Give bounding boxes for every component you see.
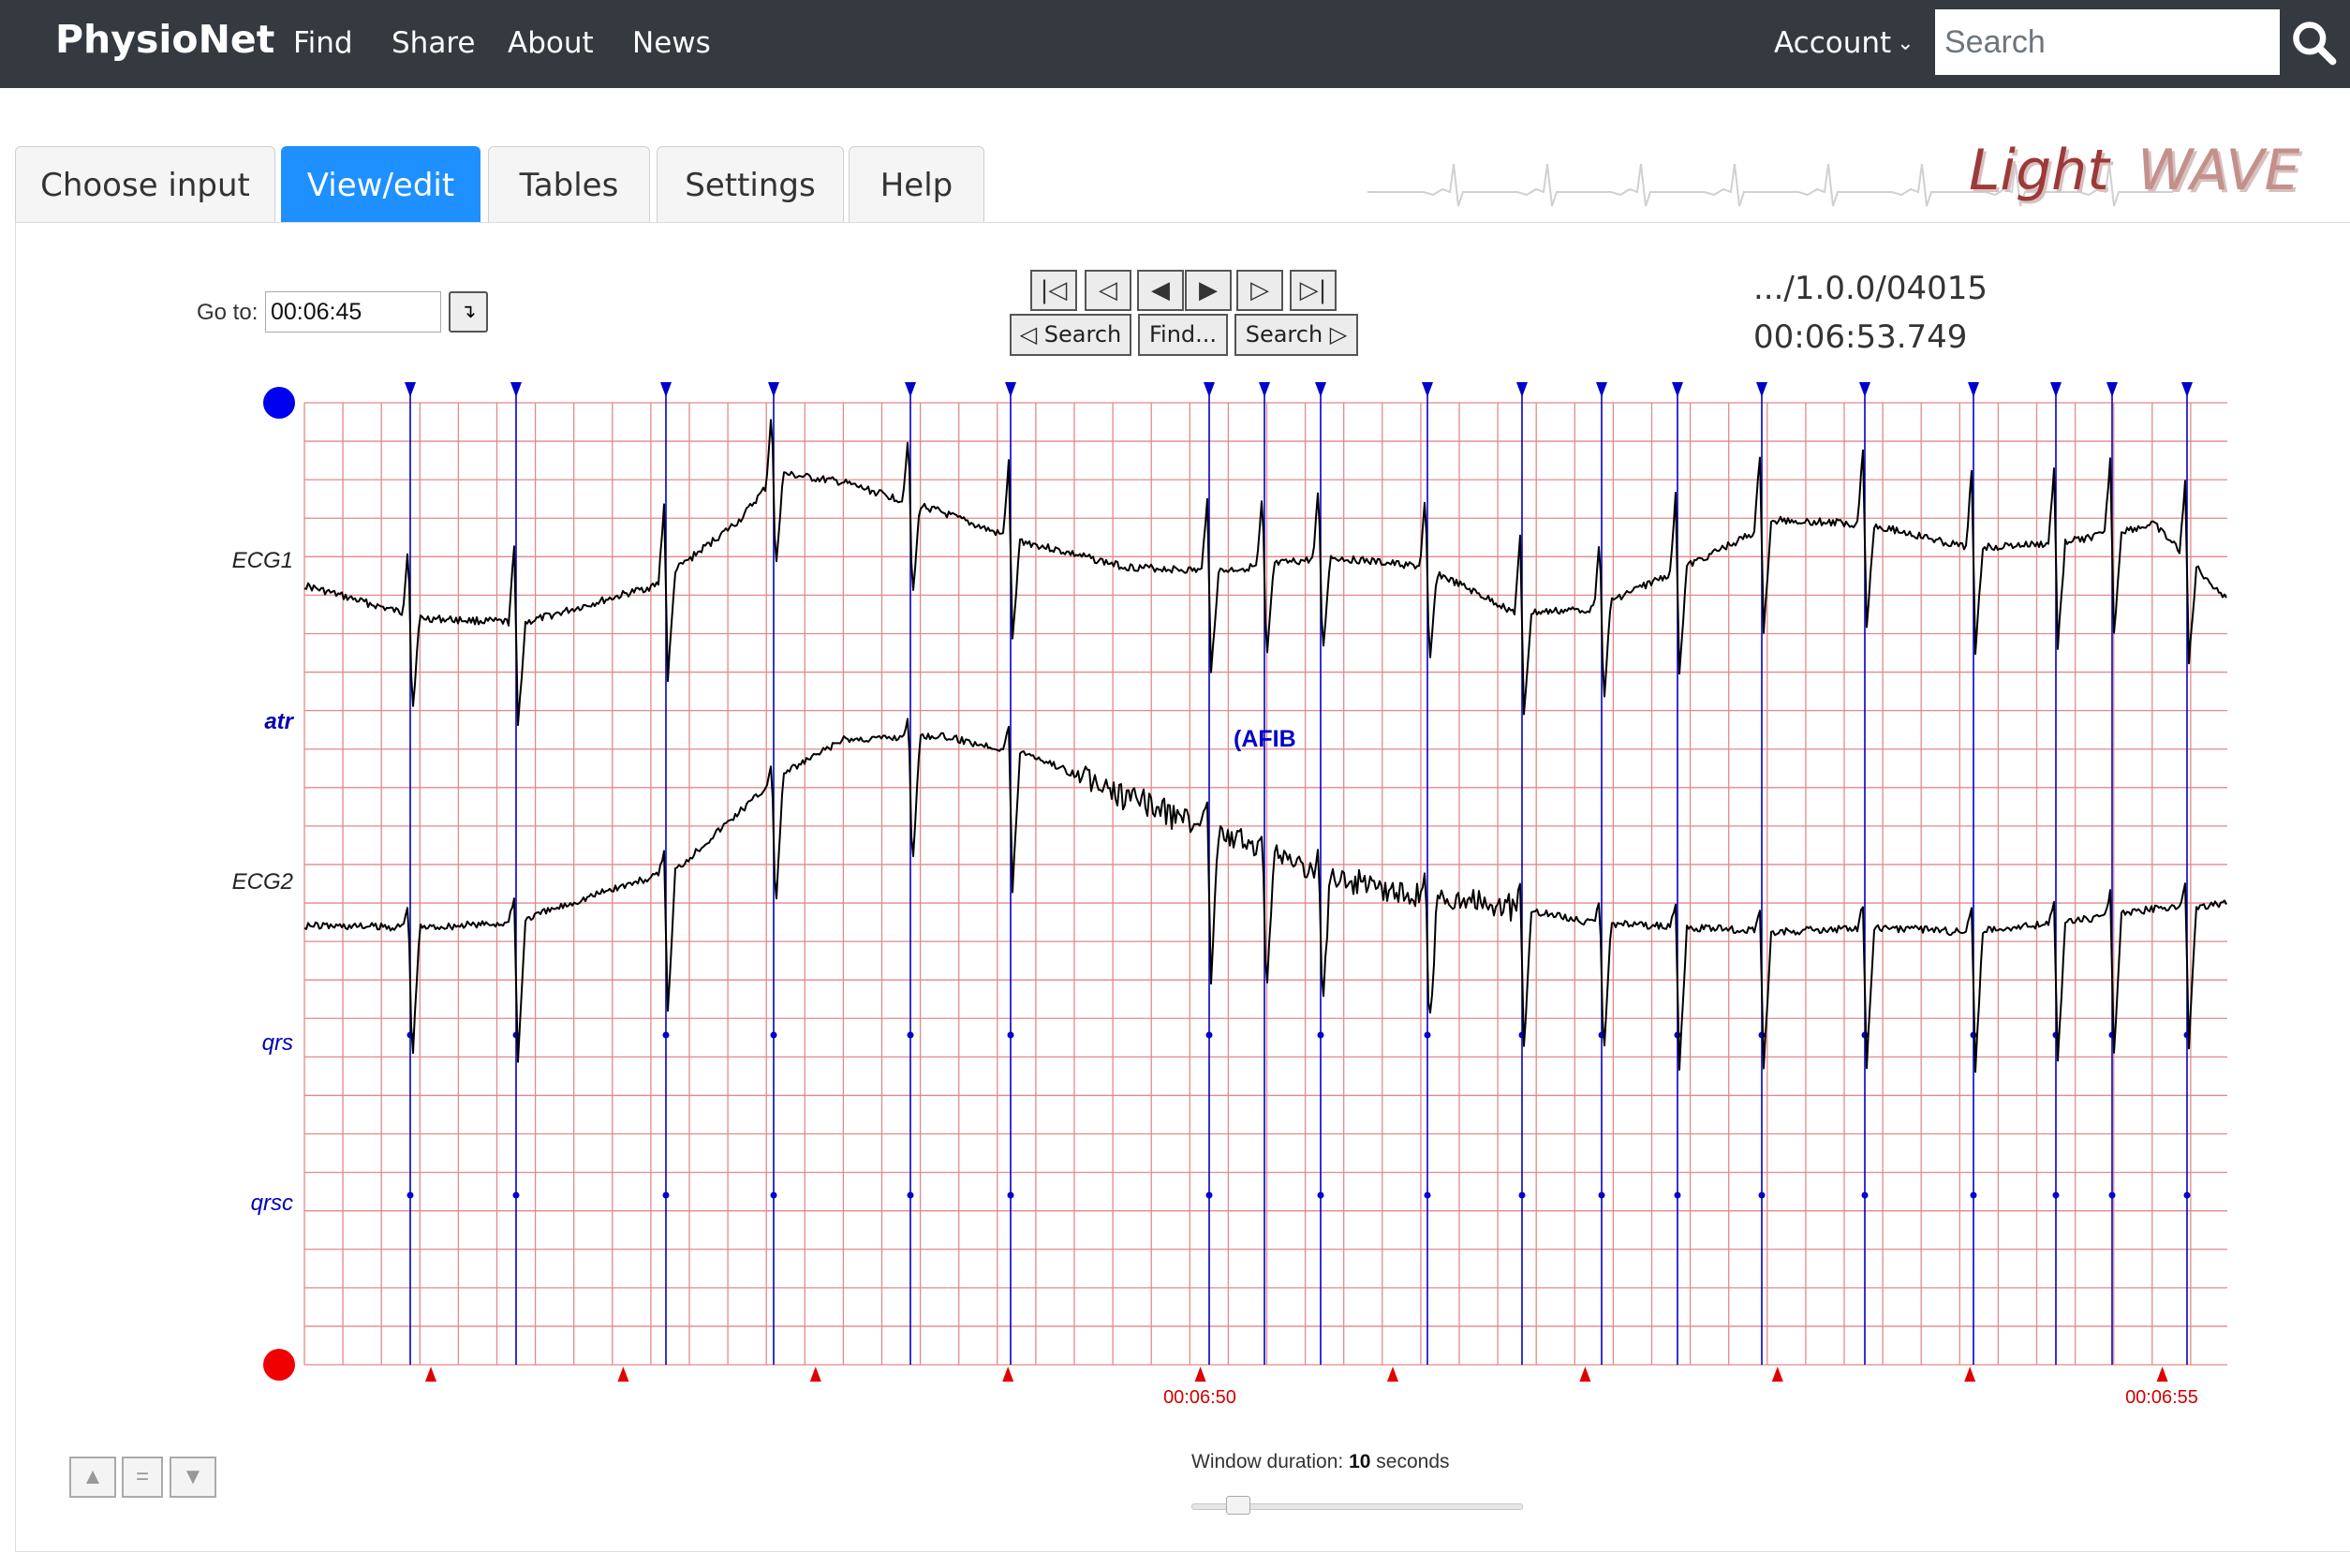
qrsc-dot [512,1191,520,1199]
ecg1-trace [303,419,2227,727]
qrs-dot [1970,1031,1977,1039]
qrsc-dot [1598,1191,1605,1199]
beat-marker-icon[interactable] [768,382,779,397]
time-tick-icon [1194,1367,1206,1382]
signal-plot[interactable]: ECG1 atr ECG2 qrs qrsc (AFIB 00:06:50 00… [0,0,2350,1568]
qrs-dot [1861,1031,1869,1039]
qrsc-dot [907,1191,914,1199]
beat-marker-icon[interactable] [1672,382,1683,397]
beat-marker-icon[interactable] [1259,382,1270,397]
qrsc-dot [406,1191,414,1199]
beat-marker-icon[interactable] [1968,382,1979,397]
signal-label-ecg2: ECG2 [232,869,293,895]
qrs-dot [1674,1031,1681,1039]
time-tick-icon [1387,1367,1398,1382]
beat-marker-icon[interactable] [1005,382,1016,397]
rhythm-annotation[interactable]: (AFIB [1234,726,1296,752]
time-tick-icon [1771,1367,1783,1382]
signal-label-qrs: qrs [262,1030,293,1056]
window-duration-unit: seconds [1376,1451,1450,1472]
signal-label-atr: atr [264,709,294,734]
beat-marker-icon[interactable] [905,382,916,397]
time-tick-icon [809,1367,821,1382]
window-duration-text: Window duration: [1191,1451,1344,1472]
signal-label-ecg1: ECG1 [232,548,293,573]
reset-signal-button[interactable]: = [122,1457,163,1498]
beat-marker-icon[interactable] [1516,382,1528,397]
time-tick-icon [1002,1367,1014,1382]
move-signal-up-button[interactable]: ▲ [69,1457,116,1498]
time-tick-icon [425,1367,436,1382]
top-marker-icon[interactable] [263,387,295,419]
qrsc-dot [1317,1191,1324,1199]
time-tick-icon [1579,1367,1591,1382]
time-tick-icon [617,1367,629,1382]
beat-marker-icon[interactable] [1596,382,1607,397]
beat-marker-icon[interactable] [1204,382,1215,397]
qrsc-dot [1518,1191,1526,1199]
qrs-dot [1424,1031,1431,1039]
qrs-dot [1758,1031,1766,1039]
beat-marker-icon[interactable] [1859,382,1870,397]
qrs-dot [770,1031,777,1039]
qrsc-dot [662,1191,670,1199]
qrsc-dot [1674,1191,1681,1199]
time-label: 00:06:55 [2125,1387,2198,1408]
beat-marker-icon[interactable] [510,382,522,397]
window-duration-value: 10 [1349,1451,1371,1472]
time-tick-icon [2156,1367,2168,1382]
window-duration-slider-handle[interactable] [1226,1496,1250,1515]
qrsc-dot [2183,1191,2191,1199]
time-label: 00:06:50 [1163,1387,1236,1408]
beat-marker-icon[interactable] [2050,382,2062,397]
beat-marker-icon[interactable] [1315,382,1326,397]
ecg-grid [303,402,2227,1366]
qrsc-dot [1861,1191,1869,1199]
qrs-dot [1317,1031,1324,1039]
qrs-dot [1205,1031,1213,1039]
qrsc-dot [1205,1191,1213,1199]
beat-marker-icon[interactable] [1756,382,1767,397]
time-tick-icon [1964,1367,1976,1382]
signal-label-qrsc: qrsc [251,1191,293,1216]
qrs-dot [1007,1031,1014,1039]
qrsc-dot [770,1191,777,1199]
bottom-marker-icon[interactable] [263,1349,295,1381]
qrs-dot [662,1031,670,1039]
beat-marker-icon[interactable] [660,382,672,397]
qrsc-dot [2108,1191,2116,1199]
qrsc-dot [1424,1191,1431,1199]
qrs-dot [907,1031,914,1039]
qrsc-dot [1007,1191,1014,1199]
move-signal-down-button[interactable]: ▼ [170,1457,216,1498]
qrsc-dot [2052,1191,2060,1199]
time-markers [425,1367,2168,1382]
beat-marker-icon[interactable] [405,382,416,397]
beat-marker-icon[interactable] [1422,382,1433,397]
beat-marker-icon[interactable] [2181,382,2193,397]
annotation-markers [405,382,2193,1365]
qrsc-dot [1758,1191,1766,1199]
beat-marker-icon[interactable] [2106,382,2118,397]
window-duration-label: Window duration: 10 seconds [1191,1451,1450,1473]
qrsc-dot [1970,1191,1977,1199]
